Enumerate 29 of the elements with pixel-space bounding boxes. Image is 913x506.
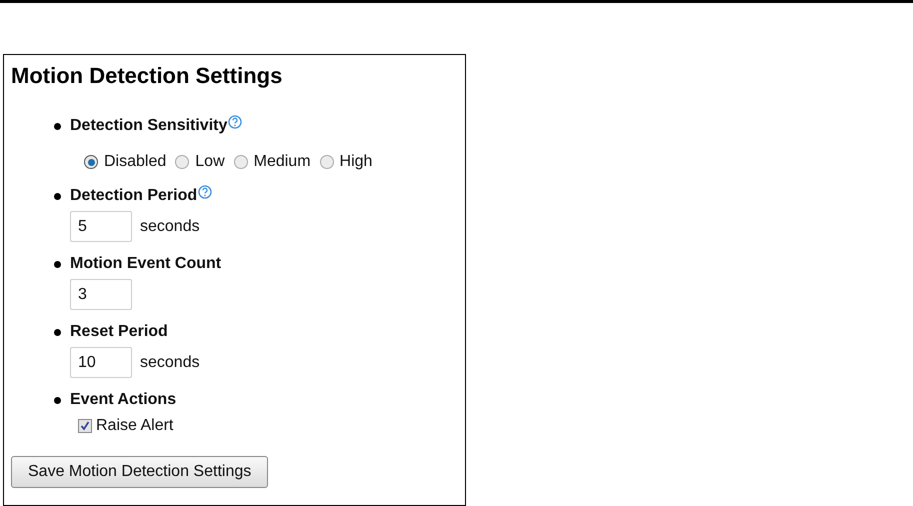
setting-label: Detection Sensitivity: [70, 116, 228, 136]
unit-label: seconds: [140, 216, 200, 236]
setting-label: Detection Period: [70, 186, 198, 206]
radio-label: Low: [195, 152, 225, 172]
panel-title: Motion Detection Settings: [11, 62, 284, 90]
setting-label: Motion Event Count: [70, 254, 222, 274]
bullet-icon: [54, 122, 61, 130]
help-icon[interactable]: [198, 185, 212, 199]
number-field[interactable]: 3: [70, 279, 132, 310]
radio-button[interactable]: [320, 155, 334, 169]
radio-label: Disabled: [104, 152, 166, 172]
bullet-icon: [54, 192, 61, 200]
bullet-icon: [54, 260, 61, 268]
help-icon[interactable]: [228, 115, 242, 129]
number-field[interactable]: 10: [70, 347, 132, 378]
setting-label: Reset Period: [70, 322, 168, 342]
radio-button[interactable]: [84, 155, 98, 169]
unit-label: seconds: [140, 352, 200, 372]
radio-button[interactable]: [234, 155, 248, 169]
radio-label: Medium: [254, 152, 311, 172]
checkbox[interactable]: [78, 419, 92, 433]
setting-label: Event Actions: [70, 390, 176, 410]
save-button[interactable]: Save Motion Detection Settings: [11, 456, 268, 488]
bullet-icon: [54, 328, 61, 336]
checkbox-label: Raise Alert: [96, 416, 174, 436]
bullet-icon: [54, 396, 61, 404]
radio-button[interactable]: [175, 155, 190, 169]
radio-label: High: [340, 152, 372, 172]
number-field[interactable]: 5: [70, 211, 132, 242]
